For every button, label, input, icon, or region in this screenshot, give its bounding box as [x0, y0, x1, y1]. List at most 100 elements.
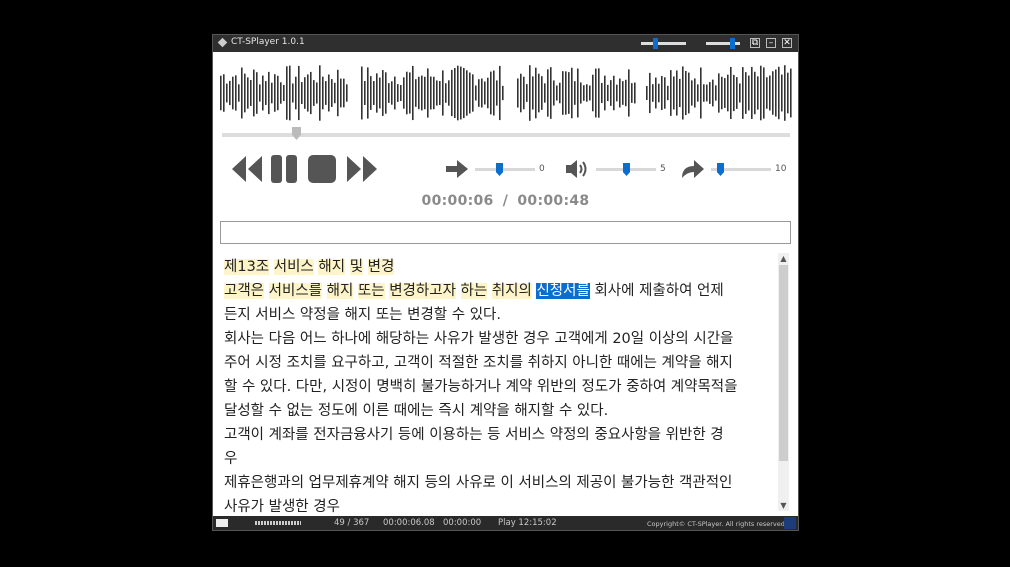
- waveform-bar: [706, 84, 708, 102]
- skip-slider-knob[interactable]: [717, 163, 724, 176]
- restore-button[interactable]: ⧉: [750, 38, 760, 48]
- pause-icon: [271, 155, 282, 183]
- highlight-word: 고객은: [224, 283, 265, 299]
- waveform-bar: [547, 69, 549, 117]
- speed-slider[interactable]: [475, 163, 535, 176]
- title-bar[interactable]: CT-SPlayer 1.0.1 ⧉ – ✕: [213, 35, 798, 52]
- waveform-bar: [730, 66, 732, 120]
- waveform-bar: [484, 81, 486, 105]
- waveform-bar: [715, 85, 717, 101]
- rewind-button[interactable]: [231, 154, 263, 184]
- waveform-bar: [334, 82, 336, 104]
- volume-mini-slider[interactable]: [706, 38, 740, 49]
- transcript-text[interactable]: 제13조 서비스 해지 및 변경 고객은 서비스를 해지 또는 변경하고자 하는…: [220, 249, 784, 515]
- current-time: 00:00:06: [421, 193, 494, 209]
- waveform-bar: [415, 79, 417, 107]
- volume-button[interactable]: [565, 158, 591, 180]
- waveform-bar: [592, 74, 594, 112]
- waveform-bar: [367, 67, 369, 119]
- waveform-bar: [286, 66, 288, 120]
- speed-mini-knob[interactable]: [653, 38, 658, 49]
- volume-value: 5: [660, 164, 666, 174]
- pause-button[interactable]: [270, 154, 298, 184]
- waveform-bar: [493, 70, 495, 116]
- waveform-bar: [430, 76, 432, 110]
- waveform-bar: [544, 83, 546, 103]
- waveform-bar: [370, 76, 372, 110]
- waveform-bar: [250, 80, 252, 106]
- seek-bar[interactable]: [222, 127, 790, 140]
- volume-slider-knob[interactable]: [623, 163, 630, 176]
- waveform-bar: [382, 70, 384, 116]
- waveform-bar: [313, 80, 315, 106]
- fast-forward-icon: [347, 156, 361, 182]
- waveform-bar: [256, 72, 258, 114]
- highlight-word: 하는: [460, 283, 488, 299]
- highlight-word: 해지: [326, 283, 354, 299]
- waveform-bar: [322, 76, 324, 110]
- text-input[interactable]: [220, 221, 791, 244]
- skip-slider[interactable]: [711, 163, 771, 176]
- waveform-bar: [535, 67, 537, 119]
- waveform-bar: [343, 78, 345, 108]
- waveform-bar: [652, 84, 654, 102]
- waveform-bar: [775, 69, 777, 117]
- waveform-bar: [388, 83, 390, 103]
- waveform-bar: [670, 70, 672, 116]
- waveform-bar: [241, 67, 243, 119]
- waveform-bar: [517, 78, 519, 108]
- waveform-bar: [634, 82, 636, 104]
- waveform-bar: [733, 74, 735, 112]
- fast-forward-button[interactable]: [346, 154, 378, 184]
- scroll-thumb[interactable]: [779, 265, 788, 461]
- seek-knob[interactable]: [292, 127, 301, 140]
- time-display: 00:00:06 / 00:00:48: [213, 193, 798, 209]
- close-button[interactable]: ✕: [782, 38, 792, 48]
- waveform-bar: [667, 85, 669, 101]
- waveform-bar: [709, 82, 711, 104]
- waveform-bar: [460, 66, 462, 120]
- rewind-icon: [232, 156, 246, 182]
- highlight-word: 및: [349, 259, 364, 275]
- volume-slider[interactable]: [596, 163, 656, 176]
- scroll-up-icon[interactable]: ▲: [778, 253, 789, 264]
- scroll-down-icon[interactable]: ▼: [778, 500, 789, 511]
- waveform-bar: [757, 76, 759, 110]
- status-time-b: 00:00:00: [443, 518, 482, 528]
- status-bar: 49 / 367 00:00:06.08 00:00:00 Play 12:15…: [213, 516, 798, 530]
- speed-button[interactable]: [445, 159, 469, 179]
- waveform-bar: [589, 85, 591, 101]
- waveform-bar: [259, 84, 261, 102]
- waveform-bar: [478, 79, 480, 107]
- vertical-scrollbar[interactable]: ▲ ▼: [778, 253, 789, 511]
- waveform-bar: [325, 81, 327, 105]
- stop-button[interactable]: [307, 154, 337, 184]
- time-separator: /: [502, 193, 509, 209]
- status-corner-icon: [784, 517, 796, 529]
- waveform-bar: [598, 68, 600, 118]
- waveform-bar: [400, 84, 402, 102]
- waveform-bar: [676, 70, 678, 116]
- speed-mini-slider[interactable]: [641, 38, 686, 49]
- highlight-word: 취지의: [491, 283, 532, 299]
- waveform-bar: [472, 74, 474, 112]
- minimize-button[interactable]: –: [766, 38, 776, 48]
- waveform-bar: [748, 75, 750, 111]
- waveform-bar: [289, 65, 291, 121]
- skip-button[interactable]: [680, 158, 706, 180]
- waveform-bar: [604, 75, 606, 111]
- text-line: 고객은 서비스를 해지 또는 변경하고자 하는 취지의 신청서를 회사에 제출하…: [224, 279, 724, 300]
- waveform-bar: [712, 79, 714, 107]
- text-line: 사유가 발생한 경우: [224, 499, 340, 515]
- text-line: 달성할 수 없는 정도에 이른 때에는 즉시 계약을 해지할 수 있다.: [224, 403, 609, 419]
- waveform-bar: [301, 82, 303, 104]
- speed-slider-knob[interactable]: [496, 163, 503, 176]
- waveform[interactable]: [220, 63, 792, 123]
- waveform-bar: [463, 67, 465, 119]
- volume-mini-knob[interactable]: [730, 38, 735, 49]
- waveform-bar: [613, 75, 615, 111]
- waveform-bar: [229, 80, 231, 106]
- highlight-word: 제13조: [224, 259, 270, 275]
- waveform-bar: [406, 71, 408, 115]
- text-line: 고객이 계좌를 전자금융사기 등에 이용하는 등 서비스 약정의 중요사항을 위…: [224, 427, 724, 443]
